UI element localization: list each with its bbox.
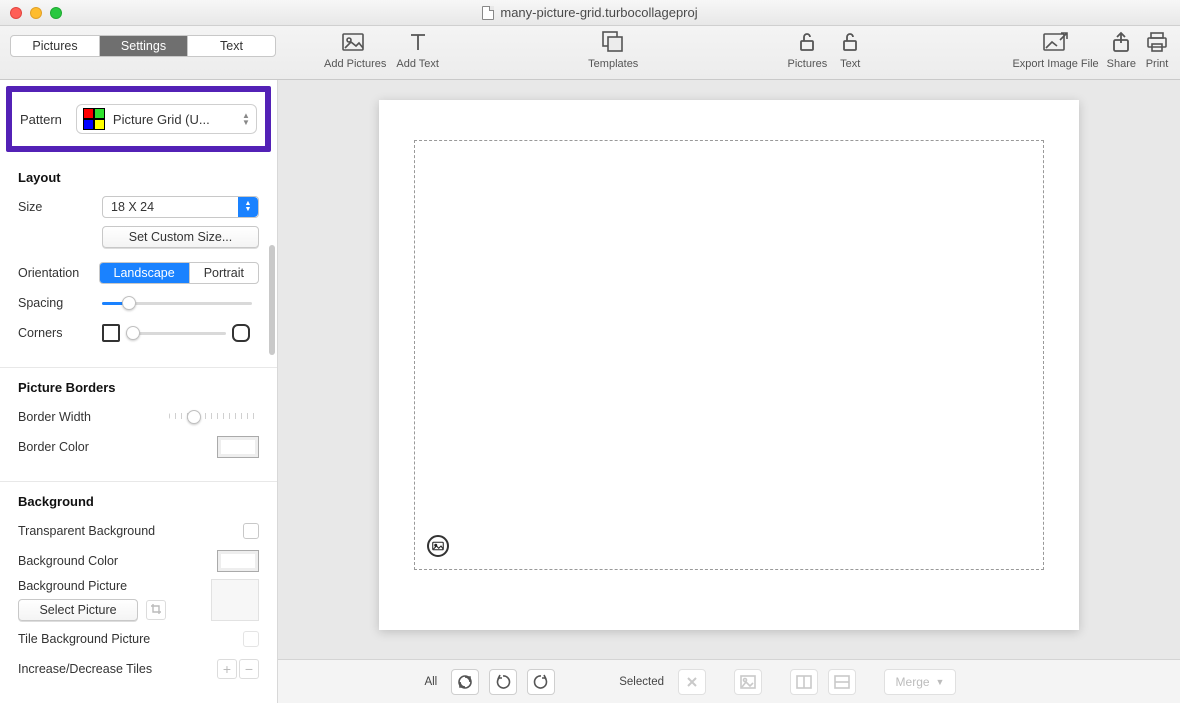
bg-color-swatch[interactable] (217, 550, 259, 572)
split-v-button (790, 669, 818, 695)
add-text-button[interactable]: Add Text (396, 30, 439, 70)
inc-dec-tiles-label: Increase/Decrease Tiles (18, 662, 188, 676)
chevron-up-down-icon: ▲▼ (238, 197, 258, 217)
set-custom-size-button[interactable]: Set Custom Size... (102, 226, 259, 248)
orientation-label: Orientation (18, 266, 99, 280)
transparent-bg-label: Transparent Background (18, 524, 198, 538)
pattern-value: Picture Grid (U... (113, 112, 210, 127)
toolbar-row: Add Pictures Add Text Templates Pictures (324, 30, 1170, 70)
text-icon (405, 30, 431, 54)
select-picture-button[interactable]: Select Picture (18, 599, 138, 621)
rotate-ccw-button[interactable] (489, 669, 517, 695)
corners-slider[interactable] (126, 325, 226, 341)
templates-button[interactable]: Templates (588, 30, 638, 70)
add-pictures-button[interactable]: Add Pictures (324, 30, 386, 70)
add-text-label: Add Text (396, 58, 439, 70)
orientation-portrait-button[interactable]: Portrait (189, 263, 258, 283)
background-heading: Background (18, 494, 259, 509)
templates-icon (600, 30, 626, 54)
selected-label: Selected (619, 676, 664, 688)
tab-settings[interactable]: Settings (99, 36, 187, 56)
toolbar: Pictures Settings Text Add Pictures Add … (0, 26, 1180, 80)
all-label: All (424, 676, 437, 688)
crop-icon[interactable] (146, 600, 166, 620)
settings-sidebar: Pattern Picture Grid (U... ▲▼ Layout Siz… (0, 80, 278, 703)
border-width-slider[interactable] (169, 409, 259, 425)
print-button[interactable]: Print (1144, 30, 1170, 70)
tab-text[interactable]: Text (187, 36, 275, 56)
export-button[interactable]: Export Image File (1012, 30, 1098, 70)
split-h-button (828, 669, 856, 695)
share-button[interactable]: Share (1107, 30, 1136, 70)
picture-borders-heading: Picture Borders (18, 380, 259, 395)
window-title: many-picture-grid.turbocollageproj (0, 5, 1180, 20)
pattern-select[interactable]: Picture Grid (U... ▲▼ (76, 104, 257, 134)
spacing-label: Spacing (18, 296, 102, 310)
merge-label: Merge (896, 675, 930, 689)
print-icon (1144, 30, 1170, 54)
image-button (734, 669, 762, 695)
tab-pictures[interactable]: Pictures (11, 36, 99, 56)
print-label: Print (1146, 58, 1169, 70)
corners-label: Corners (18, 326, 102, 340)
corner-round-icon (232, 324, 250, 342)
sidebar-scrollbar[interactable] (269, 245, 275, 355)
collage-grid-frame[interactable] (414, 140, 1044, 570)
titlebar: many-picture-grid.turbocollageproj (0, 0, 1180, 26)
lock-text-button[interactable]: Text (837, 30, 863, 70)
orientation-landscape-button[interactable]: Landscape (100, 263, 189, 283)
layout-section: Layout Size 18 X 24 ▲▼ Set Custom Size..… (0, 158, 277, 368)
add-pictures-label: Add Pictures (324, 58, 386, 70)
border-width-label: Border Width (18, 410, 138, 424)
rotate-cw-button[interactable] (527, 669, 555, 695)
tile-bg-checkbox (243, 631, 259, 647)
lock-text-label: Text (840, 58, 860, 70)
border-color-label: Border Color (18, 440, 138, 454)
bg-color-label: Background Color (18, 554, 168, 568)
increase-tiles-button[interactable]: + (217, 659, 237, 679)
lock-open-icon (794, 30, 820, 54)
share-label: Share (1107, 58, 1136, 70)
lock-pictures-button[interactable]: Pictures (788, 30, 828, 70)
transparent-bg-checkbox[interactable] (243, 523, 259, 539)
canvas-bottom-bar: All Selected (278, 659, 1180, 703)
size-value: 18 X 24 (111, 200, 154, 214)
canvas-area: All Selected (278, 80, 1180, 703)
pattern-label: Pattern (20, 112, 62, 127)
orientation-segmented: Landscape Portrait (99, 262, 259, 284)
decrease-tiles-button[interactable]: − (239, 659, 259, 679)
border-color-swatch[interactable] (217, 436, 259, 458)
shuffle-button[interactable] (451, 669, 479, 695)
main-tabs: Pictures Settings Text (10, 35, 276, 57)
share-icon (1108, 30, 1134, 54)
picture-borders-section: Picture Borders Border Width Border Colo… (0, 368, 277, 482)
corner-square-icon (102, 324, 120, 342)
document-icon (482, 6, 494, 20)
bg-picture-label: Background Picture (18, 579, 203, 593)
layout-heading: Layout (18, 170, 259, 185)
chevron-down-icon: ▼ (936, 677, 945, 687)
collage-canvas[interactable] (379, 100, 1079, 630)
export-label: Export Image File (1012, 58, 1098, 70)
pattern-row-highlight: Pattern Picture Grid (U... ▲▼ (6, 86, 271, 152)
chevron-up-down-icon: ▲▼ (242, 109, 252, 129)
size-select[interactable]: 18 X 24 ▲▼ (102, 196, 259, 218)
templates-label: Templates (588, 58, 638, 70)
pattern-grid-icon (83, 108, 105, 130)
lock-pictures-label: Pictures (788, 58, 828, 70)
spacing-slider[interactable] (102, 295, 252, 311)
background-section: Background Transparent Background Backgr… (0, 482, 277, 703)
delete-button (678, 669, 706, 695)
size-label: Size (18, 200, 102, 214)
lock-open-icon (837, 30, 863, 54)
window-title-text: many-picture-grid.turbocollageproj (500, 5, 697, 20)
image-plus-icon (342, 30, 368, 54)
tile-bg-label: Tile Background Picture (18, 632, 198, 646)
bg-picture-thumb (211, 579, 259, 621)
merge-dropdown: Merge ▼ (884, 669, 956, 695)
add-image-chip[interactable] (427, 535, 449, 557)
export-image-icon (1043, 30, 1069, 54)
